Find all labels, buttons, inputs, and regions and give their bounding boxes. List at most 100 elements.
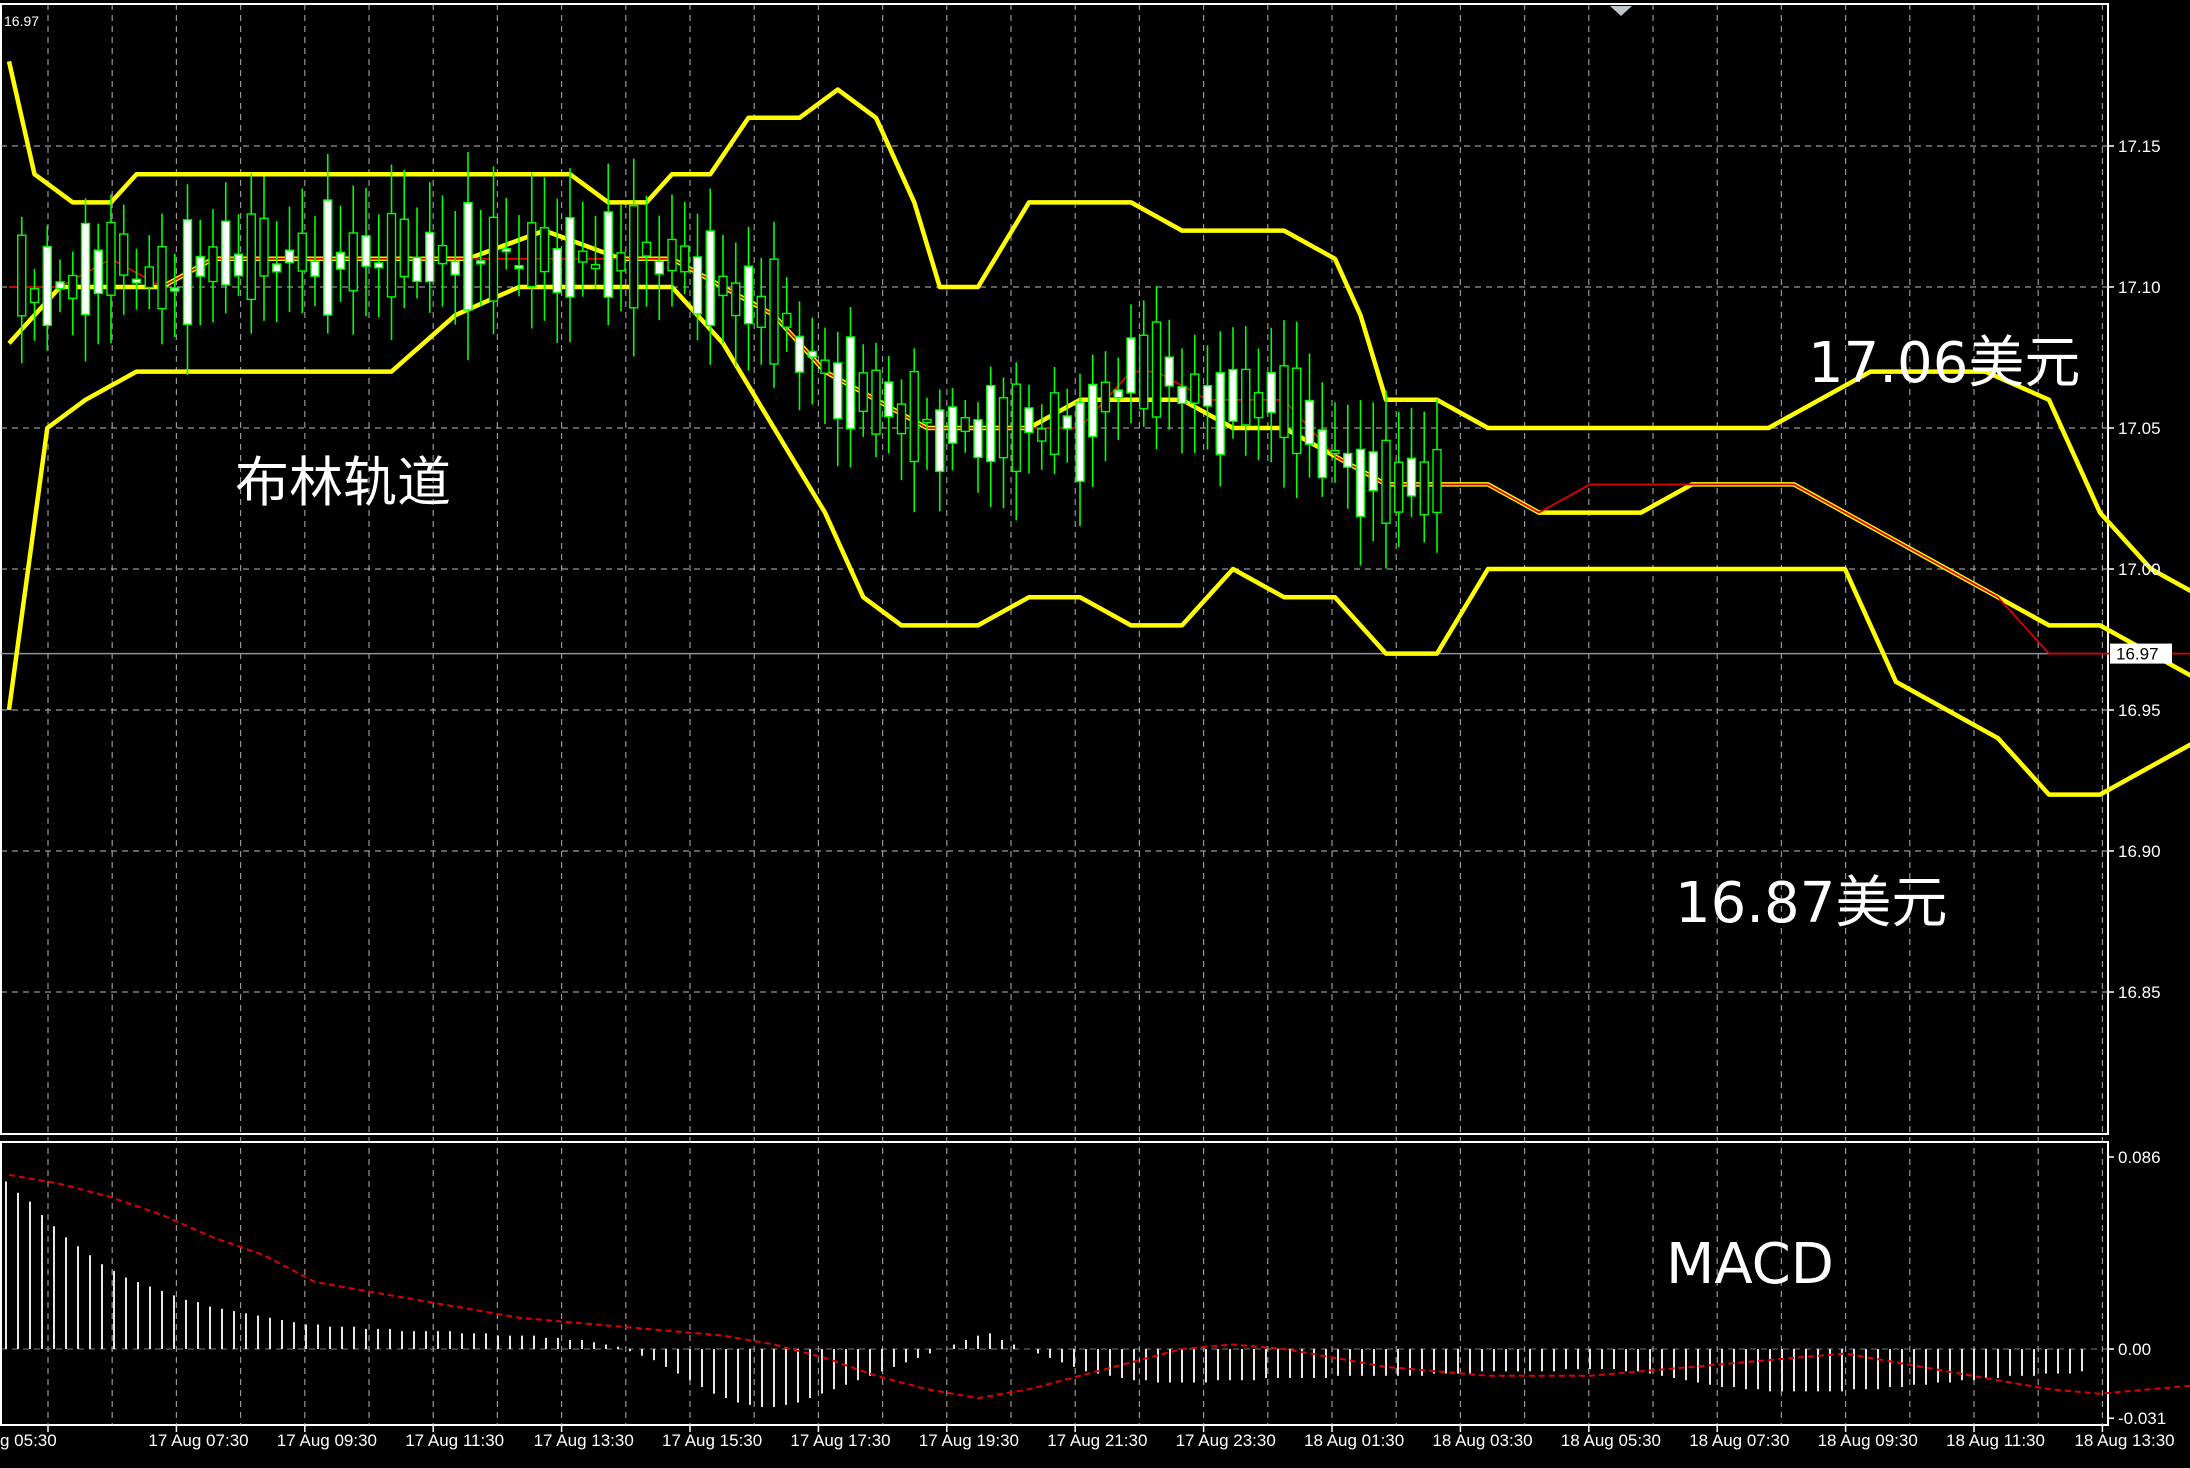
candle-body (55, 281, 65, 290)
candlesticks (17, 151, 1442, 569)
candle-body (399, 218, 409, 278)
time-tick-label: 17 Aug 11:30 (405, 1431, 504, 1450)
macd-tick-label: 0.00 (2118, 1340, 2151, 1359)
candle-body (412, 256, 422, 283)
candle-body (476, 260, 486, 265)
candle-body (29, 288, 40, 304)
candle-body (1292, 367, 1302, 455)
candle-body (1151, 321, 1162, 418)
price-tick-label: 17.00 (2118, 560, 2161, 579)
time-tick-label: 18 Aug 03:30 (1432, 1431, 1532, 1450)
bollinger-annotation: 布林轨道 (235, 451, 451, 514)
candle-body (335, 251, 346, 270)
candle-body (348, 232, 358, 292)
candle-body (1113, 389, 1123, 399)
candle-body (731, 282, 741, 317)
candle-body (833, 362, 843, 420)
candle-body (909, 370, 919, 463)
candle-body (1202, 384, 1213, 407)
candle-body (42, 245, 52, 327)
candle-body (1304, 399, 1315, 445)
price-tick-label: 16.95 (2118, 701, 2161, 720)
candle-body (845, 336, 856, 430)
candle-body (170, 287, 180, 292)
candle-body (986, 384, 996, 463)
candle-body (539, 227, 550, 273)
candle-body (1343, 452, 1353, 468)
candle-body (769, 258, 779, 365)
candle-body (1088, 383, 1098, 438)
candle-body (807, 350, 817, 358)
candle-body (310, 260, 320, 277)
scroll-marker-icon[interactable] (1610, 6, 1632, 16)
price-tick-label: 16.85 (2118, 983, 2161, 1002)
candle-body (1317, 429, 1327, 479)
candle-body (259, 217, 269, 277)
time-tick-label: 17 Aug 19:30 (919, 1431, 1019, 1450)
candle-body (450, 260, 460, 276)
candle-body (157, 245, 167, 310)
candle-body (1062, 415, 1072, 430)
candle-body (119, 233, 129, 276)
candle-body (884, 381, 894, 418)
candle-body (1037, 428, 1047, 442)
candle-body (272, 263, 282, 273)
candle-body (182, 219, 193, 326)
candle-body (106, 221, 116, 296)
candle-body (1355, 448, 1366, 518)
candle-body (960, 417, 970, 433)
candle-body (1406, 457, 1417, 497)
candle-body (297, 232, 307, 272)
candle-body (1024, 407, 1034, 434)
candle-body (922, 418, 932, 424)
candle-body (233, 253, 244, 277)
candle-body (552, 247, 562, 294)
macd-signal-line (8, 1173, 2190, 1400)
candle-body (705, 230, 715, 327)
candle-body (667, 238, 677, 272)
candle-body (1164, 356, 1174, 387)
candle-body (527, 222, 537, 288)
candle-body (437, 244, 448, 265)
lower-band-price-annotation: 16.87美元 (1675, 871, 1948, 936)
candle-body (871, 369, 881, 435)
candle-body (514, 264, 524, 270)
candle-body (68, 274, 78, 300)
candle-body (756, 295, 766, 328)
macd-annotation: MACD (1666, 1232, 1834, 1297)
candle-body (463, 201, 473, 311)
candle-body (896, 403, 907, 435)
candle-body (195, 255, 205, 277)
candle-body (246, 213, 256, 301)
candle-body (1279, 365, 1289, 439)
price-chart[interactable]: 17.15 17.10 17.05 17.00 16.95 16.90 16.85 g 05:… (0, 0, 2190, 1468)
candle-body (654, 260, 664, 275)
price-tick-label: 16.90 (2118, 842, 2161, 861)
candle-body (1011, 383, 1021, 473)
candle-body (743, 265, 754, 325)
corner-price-label: 16.97 (4, 13, 39, 29)
candle-body (973, 419, 983, 459)
price-tick-label: 17.05 (2118, 419, 2161, 438)
time-tick-label: 18 Aug 13:30 (2074, 1431, 2174, 1450)
candle-body (998, 397, 1009, 459)
candle-body (616, 252, 626, 272)
price-tick-label: 17.10 (2118, 278, 2161, 297)
candle-body (1228, 368, 1238, 422)
candle-body (794, 335, 805, 373)
time-tick-label: 17 Aug 17:30 (790, 1431, 890, 1450)
time-tick-label: 18 Aug 01:30 (1304, 1431, 1404, 1450)
candle-body (820, 359, 830, 374)
candle-body (578, 250, 588, 263)
candle-body (603, 211, 613, 298)
candle-body (1381, 439, 1391, 524)
macd-tick-label: -0.031 (2118, 1409, 2166, 1428)
candle-body (374, 262, 384, 269)
candle-body (1139, 334, 1149, 410)
time-tick-label: 18 Aug 11:30 (1946, 1431, 2045, 1450)
candle-body (361, 235, 371, 268)
price-tick-label: 17.15 (2118, 137, 2161, 156)
candle-body (1241, 368, 1251, 426)
time-tick-label: 17 Aug 13:30 (534, 1431, 634, 1450)
candle-body (425, 231, 435, 283)
